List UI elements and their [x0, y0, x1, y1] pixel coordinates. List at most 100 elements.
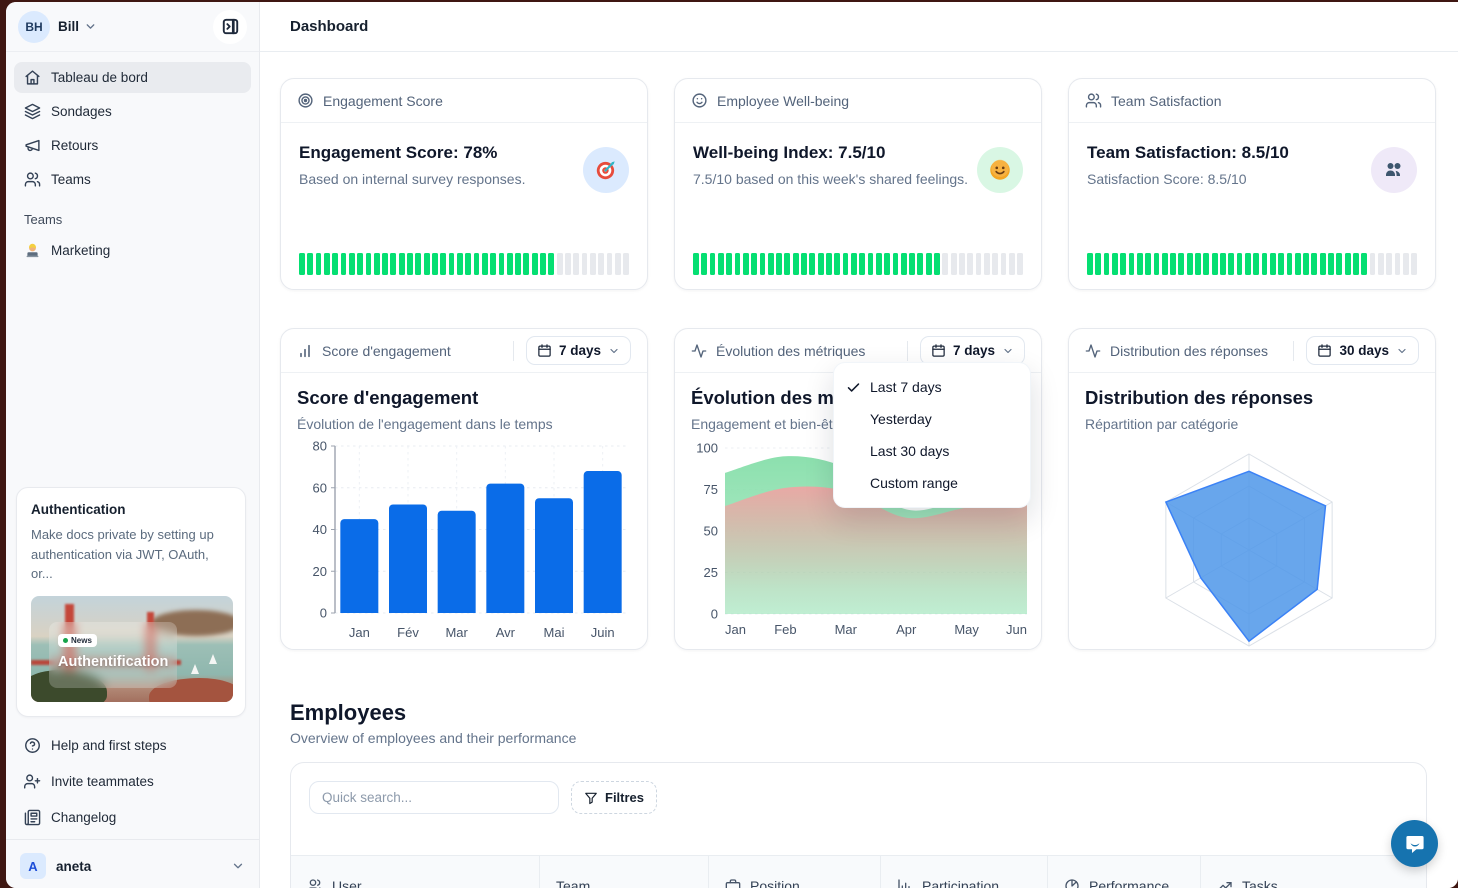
chart-card-engagement-score: Score d'engagement 7 days Score d'engage… — [280, 328, 648, 650]
sidebar-item-dashboard[interactable]: Tableau de bord — [14, 62, 251, 93]
sidebar-item-teams[interactable]: Teams — [14, 164, 251, 195]
table-header-row: User Team Position Participation Perform… — [291, 855, 1426, 888]
column-header-tasks[interactable]: Tasks — [1201, 856, 1426, 888]
stat-card-body: Well-being Index: 7.5/10 7.5/10 based on… — [675, 123, 1041, 289]
sidebar-item-feedback[interactable]: Retours — [14, 130, 251, 161]
promo-image[interactable]: News Authentification — [31, 596, 233, 702]
svg-text:100: 100 — [696, 441, 718, 456]
range-value: 7 days — [559, 343, 601, 358]
bar-chart-icon — [897, 878, 913, 888]
footer-item-label: Changelog — [51, 810, 116, 825]
employees-title: Employees — [290, 700, 406, 726]
sidebar-section-teams: Teams — [6, 198, 259, 235]
svg-text:Mar: Mar — [445, 625, 468, 640]
sidebar-item-invite[interactable]: Invite teammates — [6, 763, 259, 799]
divider — [1293, 341, 1294, 361]
activity-icon — [691, 343, 707, 359]
column-header-participation[interactable]: Participation — [881, 856, 1048, 888]
stat-subtitle: Satisfaction Score: 8.5/10 — [1087, 171, 1417, 187]
range-value: 7 days — [953, 343, 995, 358]
menu-item-custom-range[interactable]: Custom range — [834, 467, 1030, 499]
footer-item-label: Invite teammates — [51, 774, 154, 789]
calendar-icon — [1317, 343, 1332, 358]
column-header-position[interactable]: Position — [709, 856, 881, 888]
chart-body: Distribution des réponses Répartition pa… — [1069, 373, 1435, 649]
radar-chart — [1085, 440, 1419, 649]
menu-item-last-7-days[interactable]: Last 7 days — [834, 371, 1030, 403]
target-icon — [297, 92, 314, 109]
check-icon — [846, 380, 870, 395]
chevron-down-icon[interactable] — [84, 20, 97, 33]
column-header-team[interactable]: Team — [540, 856, 709, 888]
range-value: 30 days — [1339, 343, 1389, 358]
chart-title: Distribution des réponses — [1085, 387, 1419, 409]
range-select[interactable]: 7 days — [526, 336, 631, 365]
promo-image-caption: Authentification — [58, 654, 168, 670]
chat-launcher-button[interactable] — [1391, 820, 1438, 867]
filters-button[interactable]: Filtres — [571, 781, 657, 814]
column-header-performance[interactable]: Performance — [1048, 856, 1201, 888]
menu-item-last-30-days[interactable]: Last 30 days — [834, 435, 1030, 467]
svg-text:50: 50 — [704, 524, 718, 539]
svg-text:Fév: Fév — [397, 625, 419, 640]
table-toolbar: Filtres — [291, 763, 1426, 814]
user-plus-icon — [24, 773, 41, 790]
svg-text:40: 40 — [313, 522, 327, 537]
svg-text:Mai: Mai — [544, 625, 565, 640]
sidebar-footer: Help and first steps Invite teammates Ch… — [6, 727, 259, 888]
sidebar-item-changelog[interactable]: Changelog — [6, 799, 259, 835]
panel-collapse-icon — [221, 17, 240, 36]
sidebar-collapse-button[interactable] — [213, 10, 247, 44]
stat-card-header-label: Employee Well-being — [717, 93, 849, 109]
avatar[interactable]: BH — [18, 11, 50, 43]
sidebar-item-marketing[interactable]: Marketing — [6, 235, 259, 266]
stat-card-engagement: Engagement Score Engagement Score: 78% B… — [280, 78, 648, 290]
svg-text:May: May — [954, 622, 979, 637]
range-dropdown-menu: Last 7 days Yesterday Last 30 days Custo… — [833, 362, 1031, 508]
chevron-down-icon — [1002, 345, 1014, 357]
stat-card-header: Team Satisfaction — [1069, 79, 1435, 123]
briefcase-icon — [725, 878, 741, 888]
svg-text:60: 60 — [313, 480, 327, 495]
chart-card-header-label: Évolution des métriques — [716, 343, 865, 359]
chevron-down-icon — [608, 345, 620, 357]
funnel-icon — [584, 791, 598, 805]
radar-chart-svg — [1085, 440, 1421, 649]
workspace-name: aneta — [56, 859, 91, 874]
workspace-switcher[interactable]: A aneta — [6, 844, 259, 888]
promo-title: Authentication — [31, 502, 231, 517]
users-icon — [307, 878, 323, 888]
svg-text:Apr: Apr — [896, 622, 917, 637]
sidebar-item-help[interactable]: Help and first steps — [6, 727, 259, 763]
page-title: Dashboard — [290, 18, 368, 35]
sidebar-user-row: BH Bill — [6, 2, 259, 52]
menu-item-yesterday[interactable]: Yesterday — [834, 403, 1030, 435]
news-badge: News — [58, 634, 97, 647]
progress-bar — [1087, 253, 1417, 275]
column-header-user[interactable]: User — [291, 856, 540, 888]
target-emoji — [583, 147, 629, 193]
svg-text:75: 75 — [704, 482, 718, 497]
chart-card-header: Score d'engagement 7 days — [281, 329, 647, 373]
search-input[interactable] — [309, 781, 559, 814]
stat-card-header-label: Engagement Score — [323, 93, 443, 109]
chart-body: Score d'engagement Évolution de l'engage… — [281, 373, 647, 649]
activity-icon — [1085, 343, 1101, 359]
employees-subtitle: Overview of employees and their performa… — [290, 730, 576, 746]
chart-card-header: Distribution des réponses 30 days — [1069, 329, 1435, 373]
user-name[interactable]: Bill — [58, 19, 79, 34]
person-laptop-emoji — [24, 242, 41, 259]
range-select[interactable]: 30 days — [1306, 336, 1419, 365]
svg-text:20: 20 — [313, 564, 327, 579]
sidebar: BH Bill Tableau de bord Sondages — [6, 2, 260, 888]
stat-value: Team Satisfaction: 8.5/10 — [1087, 143, 1417, 163]
busts-emoji — [1371, 147, 1417, 193]
range-select[interactable]: 7 days — [920, 336, 1025, 365]
promo-card-authentication[interactable]: Authentication Make docs private by sett… — [16, 487, 246, 717]
svg-text:Juin: Juin — [591, 625, 615, 640]
stat-value: Engagement Score: 78% — [299, 143, 629, 163]
chevron-down-icon — [231, 859, 245, 873]
team-label: Marketing — [51, 243, 110, 258]
sidebar-item-surveys[interactable]: Sondages — [14, 96, 251, 127]
smile-emoji — [977, 147, 1023, 193]
